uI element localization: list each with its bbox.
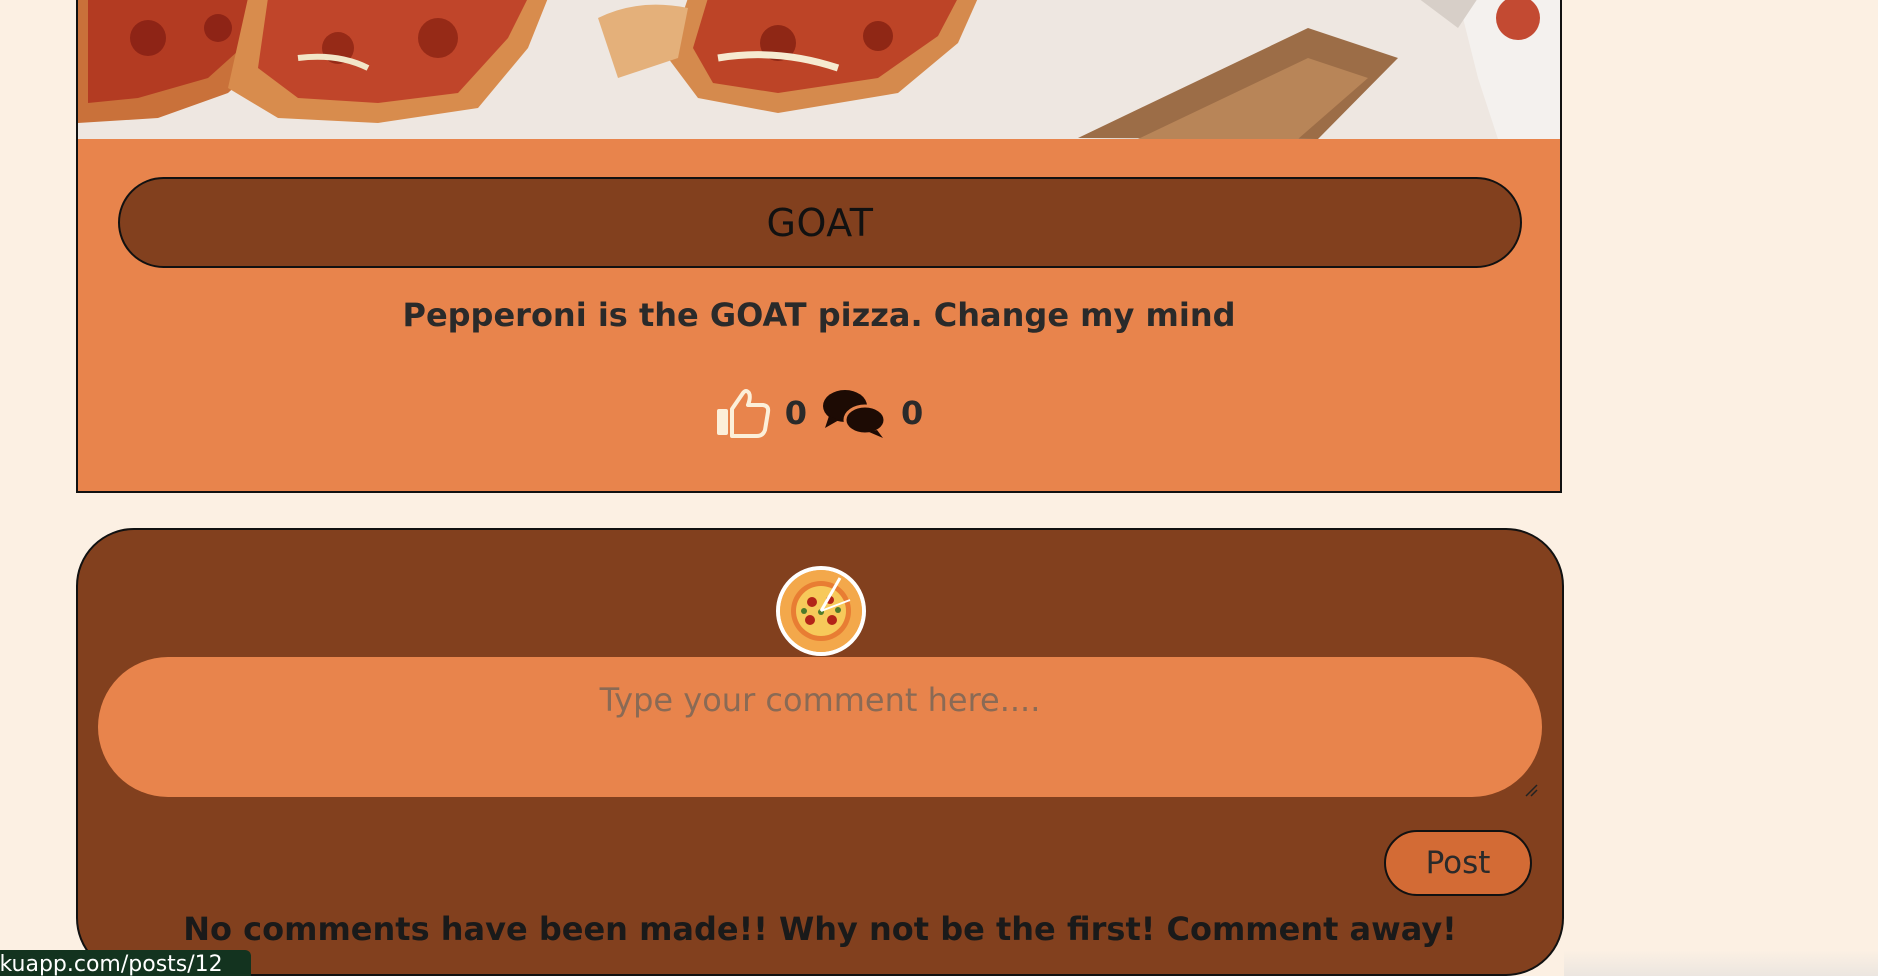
post-content: Pepperoni is the GOAT pizza. Change my m… <box>402 296 1236 334</box>
post-card: GOAT Pepperoni is the GOAT pizza. Change… <box>76 0 1562 493</box>
empty-comments-message: No comments have been made!! Why not be … <box>183 910 1457 948</box>
pizza-avatar-icon <box>780 570 862 652</box>
page-edge-shadow <box>1564 950 1878 976</box>
post-image <box>78 0 1560 139</box>
post-stats: 0 0 <box>78 386 1560 440</box>
post-title: GOAT <box>118 177 1522 268</box>
comments-icon[interactable] <box>821 386 887 440</box>
post-comment-button[interactable]: Post <box>1384 830 1532 896</box>
comment-input[interactable] <box>98 657 1542 797</box>
likes-count: 0 <box>784 394 807 432</box>
post-title-text: GOAT <box>766 200 874 245</box>
status-bar-url-text: okuapp.com/posts/12 <box>0 952 223 976</box>
pizza-image-illustration <box>78 0 1560 139</box>
comments-count: 0 <box>901 394 924 432</box>
resize-handle-icon[interactable] <box>1524 782 1538 797</box>
status-bar-url: okuapp.com/posts/12 <box>0 950 251 976</box>
user-avatar <box>776 566 866 656</box>
thumbs-up-icon[interactable] <box>715 387 771 439</box>
comment-section: Post No comments have been made!! Why no… <box>76 528 1564 976</box>
